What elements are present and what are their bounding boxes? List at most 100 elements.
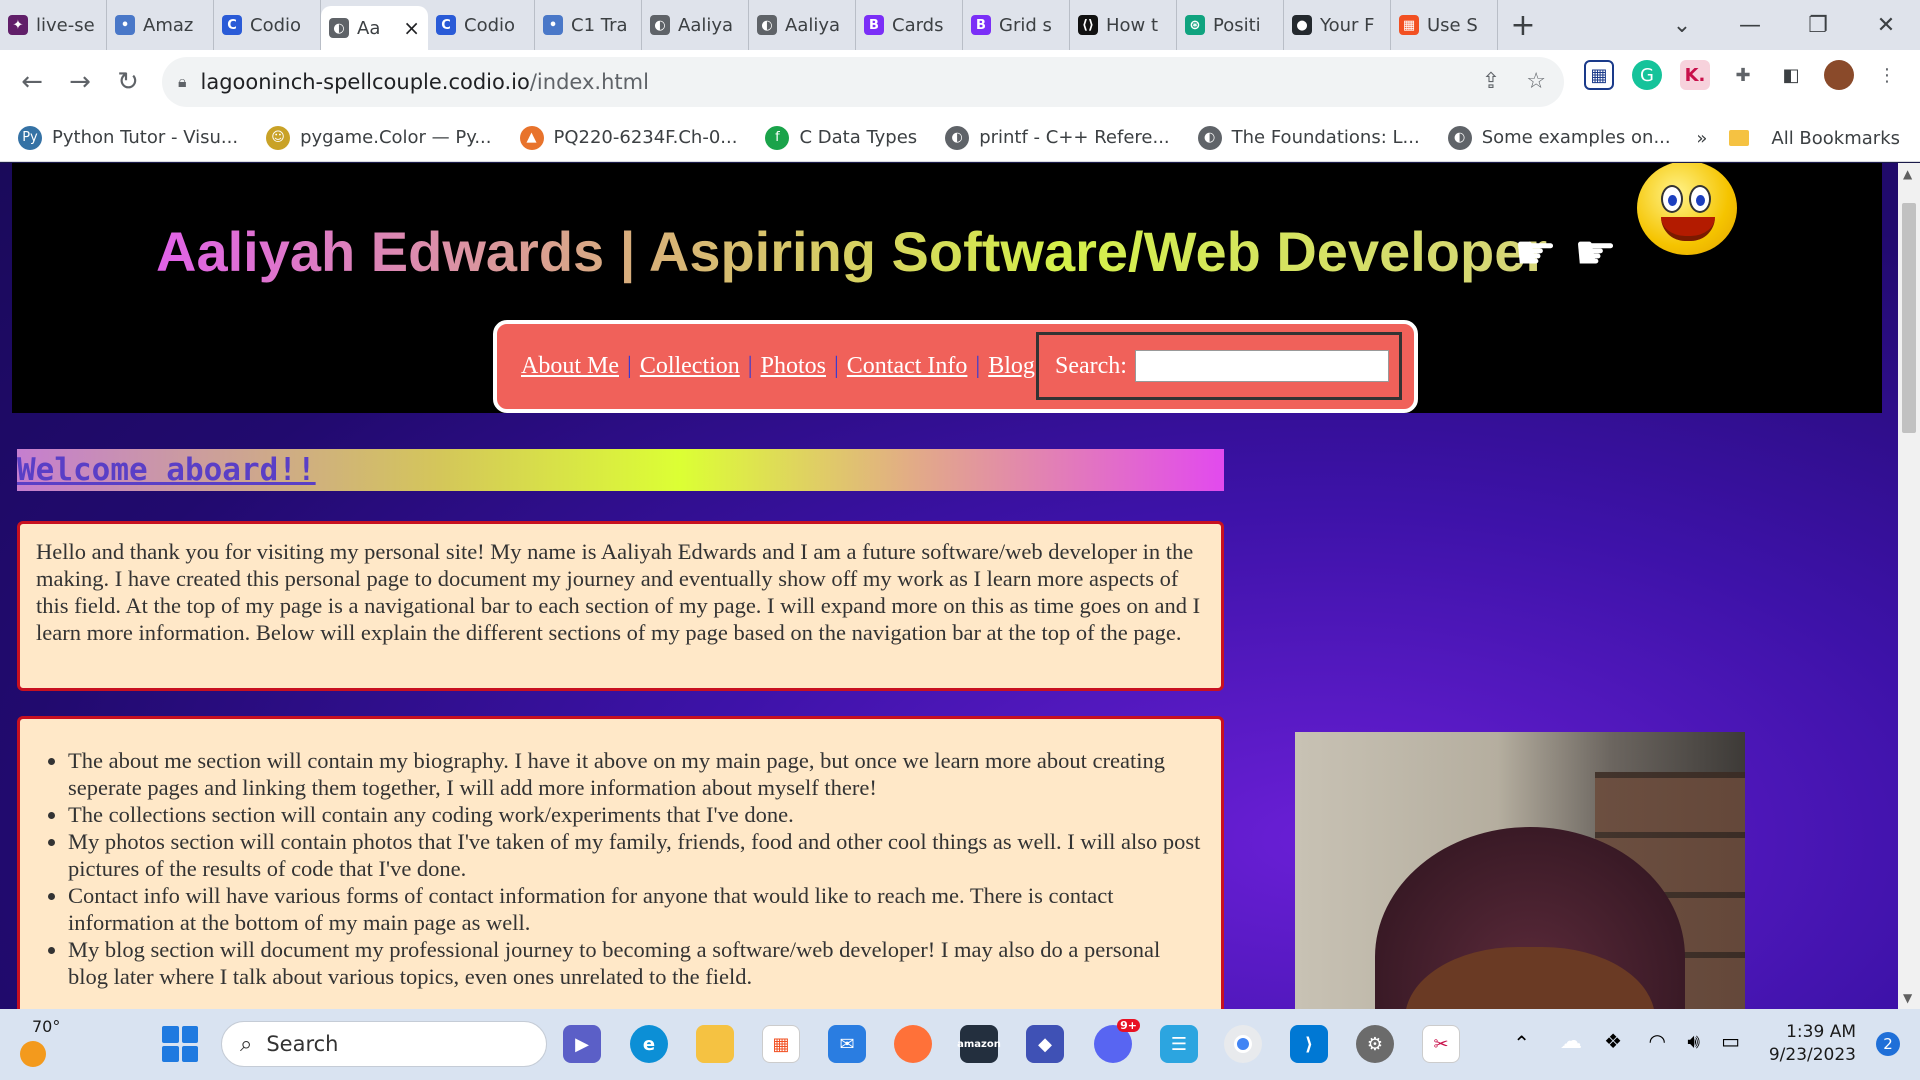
forward-button[interactable]: →	[56, 67, 104, 97]
bookmark-item[interactable]: ◐ Some examples on...	[1447, 125, 1671, 150]
onedrive-cloud-icon[interactable]: ☁	[1560, 1029, 1582, 1054]
nav-photos[interactable]: Photos	[761, 353, 826, 380]
side-panel-icon[interactable]: ◧	[1776, 60, 1806, 90]
bookmark-label: pygame.Color — Py...	[300, 127, 492, 148]
grammarly-extension-icon[interactable]: G	[1632, 60, 1662, 90]
browser-tab[interactable]: ▦ Use S	[1391, 0, 1498, 50]
edge-browser-icon[interactable]: e	[630, 1025, 668, 1063]
profile-avatar[interactable]	[1824, 60, 1854, 90]
bookmark-favicon-icon: ☺	[266, 125, 291, 150]
snipping-tool-icon[interactable]: ✂	[1422, 1025, 1460, 1063]
scroll-thumb[interactable]	[1902, 203, 1916, 433]
new-tab-button[interactable]: +	[1498, 8, 1548, 43]
bookmark-item[interactable]: ◐ The Foundations: L...	[1197, 125, 1420, 150]
browser-tab[interactable]: ◐ Aaliya	[642, 0, 749, 50]
nav-contact-info[interactable]: Contact Info	[847, 353, 968, 380]
browser-tab[interactable]: C Codio	[428, 0, 535, 50]
firefox-icon[interactable]	[894, 1025, 932, 1063]
mail-icon[interactable]: ✉	[828, 1025, 866, 1063]
more-menu-icon[interactable]: ⋮	[1872, 60, 1902, 90]
all-bookmarks-button[interactable]: All Bookmarks	[1771, 128, 1900, 149]
extensions-puzzle-icon[interactable]: ✚	[1728, 60, 1758, 90]
pointing-hand-icon: ☛	[1514, 225, 1558, 281]
dropbox-icon[interactable]: ❖	[1604, 1029, 1622, 1053]
browser-tab[interactable]: B Grid s	[963, 0, 1070, 50]
bookmark-item[interactable]: Py Python Tutor - Visu...	[18, 125, 238, 150]
discord-icon[interactable]: 9+	[1094, 1019, 1140, 1063]
browser-tab[interactable]: B Cards	[856, 0, 963, 50]
page-viewport: Aaliyah Edwards | Aspiring Software/Web …	[0, 163, 1898, 1009]
list-item: The collections section will contain any…	[68, 801, 1205, 828]
globe-icon: ◐	[757, 15, 777, 35]
browser-tab[interactable]: ◐ Aa ×	[321, 6, 428, 50]
nav-about-me[interactable]: About Me	[521, 353, 619, 380]
browser-tab[interactable]: • C1 Tra	[535, 0, 642, 50]
volume-icon[interactable]: 🔊︎	[1687, 1029, 1700, 1053]
browser-tab[interactable]: ✦ live-se	[0, 0, 107, 50]
tab-title: live-se	[36, 14, 95, 36]
vscode-icon[interactable]: ⟩	[1290, 1025, 1328, 1063]
address-bar[interactable]: 🔒︎ lagooninch-spellcouple.codio.io/index…	[162, 57, 1564, 107]
close-tab-icon[interactable]: ×	[403, 16, 420, 40]
lock-icon[interactable]: 🔒︎	[178, 72, 187, 92]
settings-gear-icon[interactable]: ⚙	[1356, 1025, 1394, 1063]
restore-button[interactable]: ❐	[1784, 13, 1852, 38]
azure-app-icon[interactable]: ◆	[1026, 1025, 1064, 1063]
scroll-up-arrow-icon[interactable]: ▲	[1903, 167, 1912, 181]
page-scrollbar[interactable]: ▲ ▼	[1898, 163, 1920, 1009]
wifi-icon[interactable]: ◠	[1649, 1029, 1666, 1053]
calendar-extension-icon[interactable]: ▦	[1584, 60, 1614, 90]
list-item: My photos section will contain photos th…	[68, 828, 1205, 882]
browser-tab[interactable]: ◐ Aaliya	[749, 0, 856, 50]
sections-card: The about me section will contain my bio…	[17, 716, 1224, 1009]
kami-extension-icon[interactable]: K.	[1680, 60, 1710, 90]
chrome-icon[interactable]	[1224, 1025, 1262, 1063]
microsoft-store-icon[interactable]: ▦	[762, 1025, 800, 1063]
bookmark-favicon-icon: ◐	[1197, 125, 1222, 150]
notification-count-badge[interactable]: 2	[1876, 1032, 1900, 1056]
battery-icon[interactable]: ▭	[1721, 1029, 1740, 1053]
back-button[interactable]: ←	[8, 67, 56, 97]
dots-icon: •	[543, 15, 563, 35]
bookmarks-bar: Py Python Tutor - Visu... ☺ pygame.Color — …	[0, 114, 1920, 162]
bootstrap-icon: B	[971, 15, 991, 35]
bookmark-item[interactable]: ☺ pygame.Color — Py...	[266, 125, 492, 150]
reload-button[interactable]: ↻	[104, 67, 152, 97]
folder-icon	[1729, 130, 1750, 146]
list-item: Contact info will have various forms of …	[68, 882, 1205, 936]
tab-title: C1 Tra	[571, 14, 628, 36]
browser-tab[interactable]: ⊛ Positi	[1177, 0, 1284, 50]
tab-title: Grid s	[999, 14, 1052, 36]
bookmark-item[interactable]: ▲ PQ220-6234F.Ch-0...	[519, 125, 737, 150]
tab-title: Codio	[464, 14, 516, 36]
show-hidden-icons-chevron-icon[interactable]: ⌃	[1513, 1031, 1530, 1055]
nav-collection[interactable]: Collection	[640, 353, 740, 380]
browser-tab[interactable]: ● Your F	[1284, 0, 1391, 50]
nav-blog[interactable]: Blog	[988, 353, 1035, 380]
share-icon[interactable]: ⇪	[1482, 69, 1500, 94]
w3-icon: ⟨⟩	[1078, 15, 1098, 35]
taskbar-clock[interactable]: 1:39 AM 9/23/2023	[1769, 1021, 1856, 1067]
bookmark-item[interactable]: f C Data Types	[765, 125, 917, 150]
site-search-input[interactable]	[1134, 350, 1389, 382]
teams-app-icon[interactable]: ▶	[563, 1025, 601, 1063]
bookmarks-overflow-chevron-icon[interactable]: »	[1696, 128, 1707, 149]
close-window-button[interactable]: ✕	[1852, 13, 1920, 38]
bookmark-star-icon[interactable]: ☆	[1526, 69, 1546, 94]
browser-tab[interactable]: • Amaz	[107, 0, 214, 50]
browser-tab[interactable]: C Codio	[214, 0, 321, 50]
amazon-app-icon[interactable]: amazon	[957, 1025, 1001, 1063]
window-controls: ⌄ — ❐ ✕	[1648, 0, 1920, 50]
slack-icon: ✦	[8, 15, 28, 35]
minimize-button[interactable]: —	[1716, 13, 1784, 38]
start-button[interactable]	[162, 1026, 198, 1062]
bookmark-item[interactable]: ◐ printf - C++ Refere...	[945, 125, 1170, 150]
clock-time: 1:39 AM	[1786, 1022, 1856, 1042]
microsoft-icon: ▦	[1399, 15, 1419, 35]
file-explorer-icon[interactable]	[696, 1025, 734, 1063]
notepad-icon[interactable]: ☰	[1160, 1025, 1198, 1063]
scroll-down-arrow-icon[interactable]: ▼	[1903, 991, 1912, 1005]
browser-tab[interactable]: ⟨⟩ How t	[1070, 0, 1177, 50]
taskbar-search[interactable]: ⌕ Search	[221, 1021, 547, 1067]
tab-search-chevron-icon[interactable]: ⌄	[1648, 13, 1716, 38]
